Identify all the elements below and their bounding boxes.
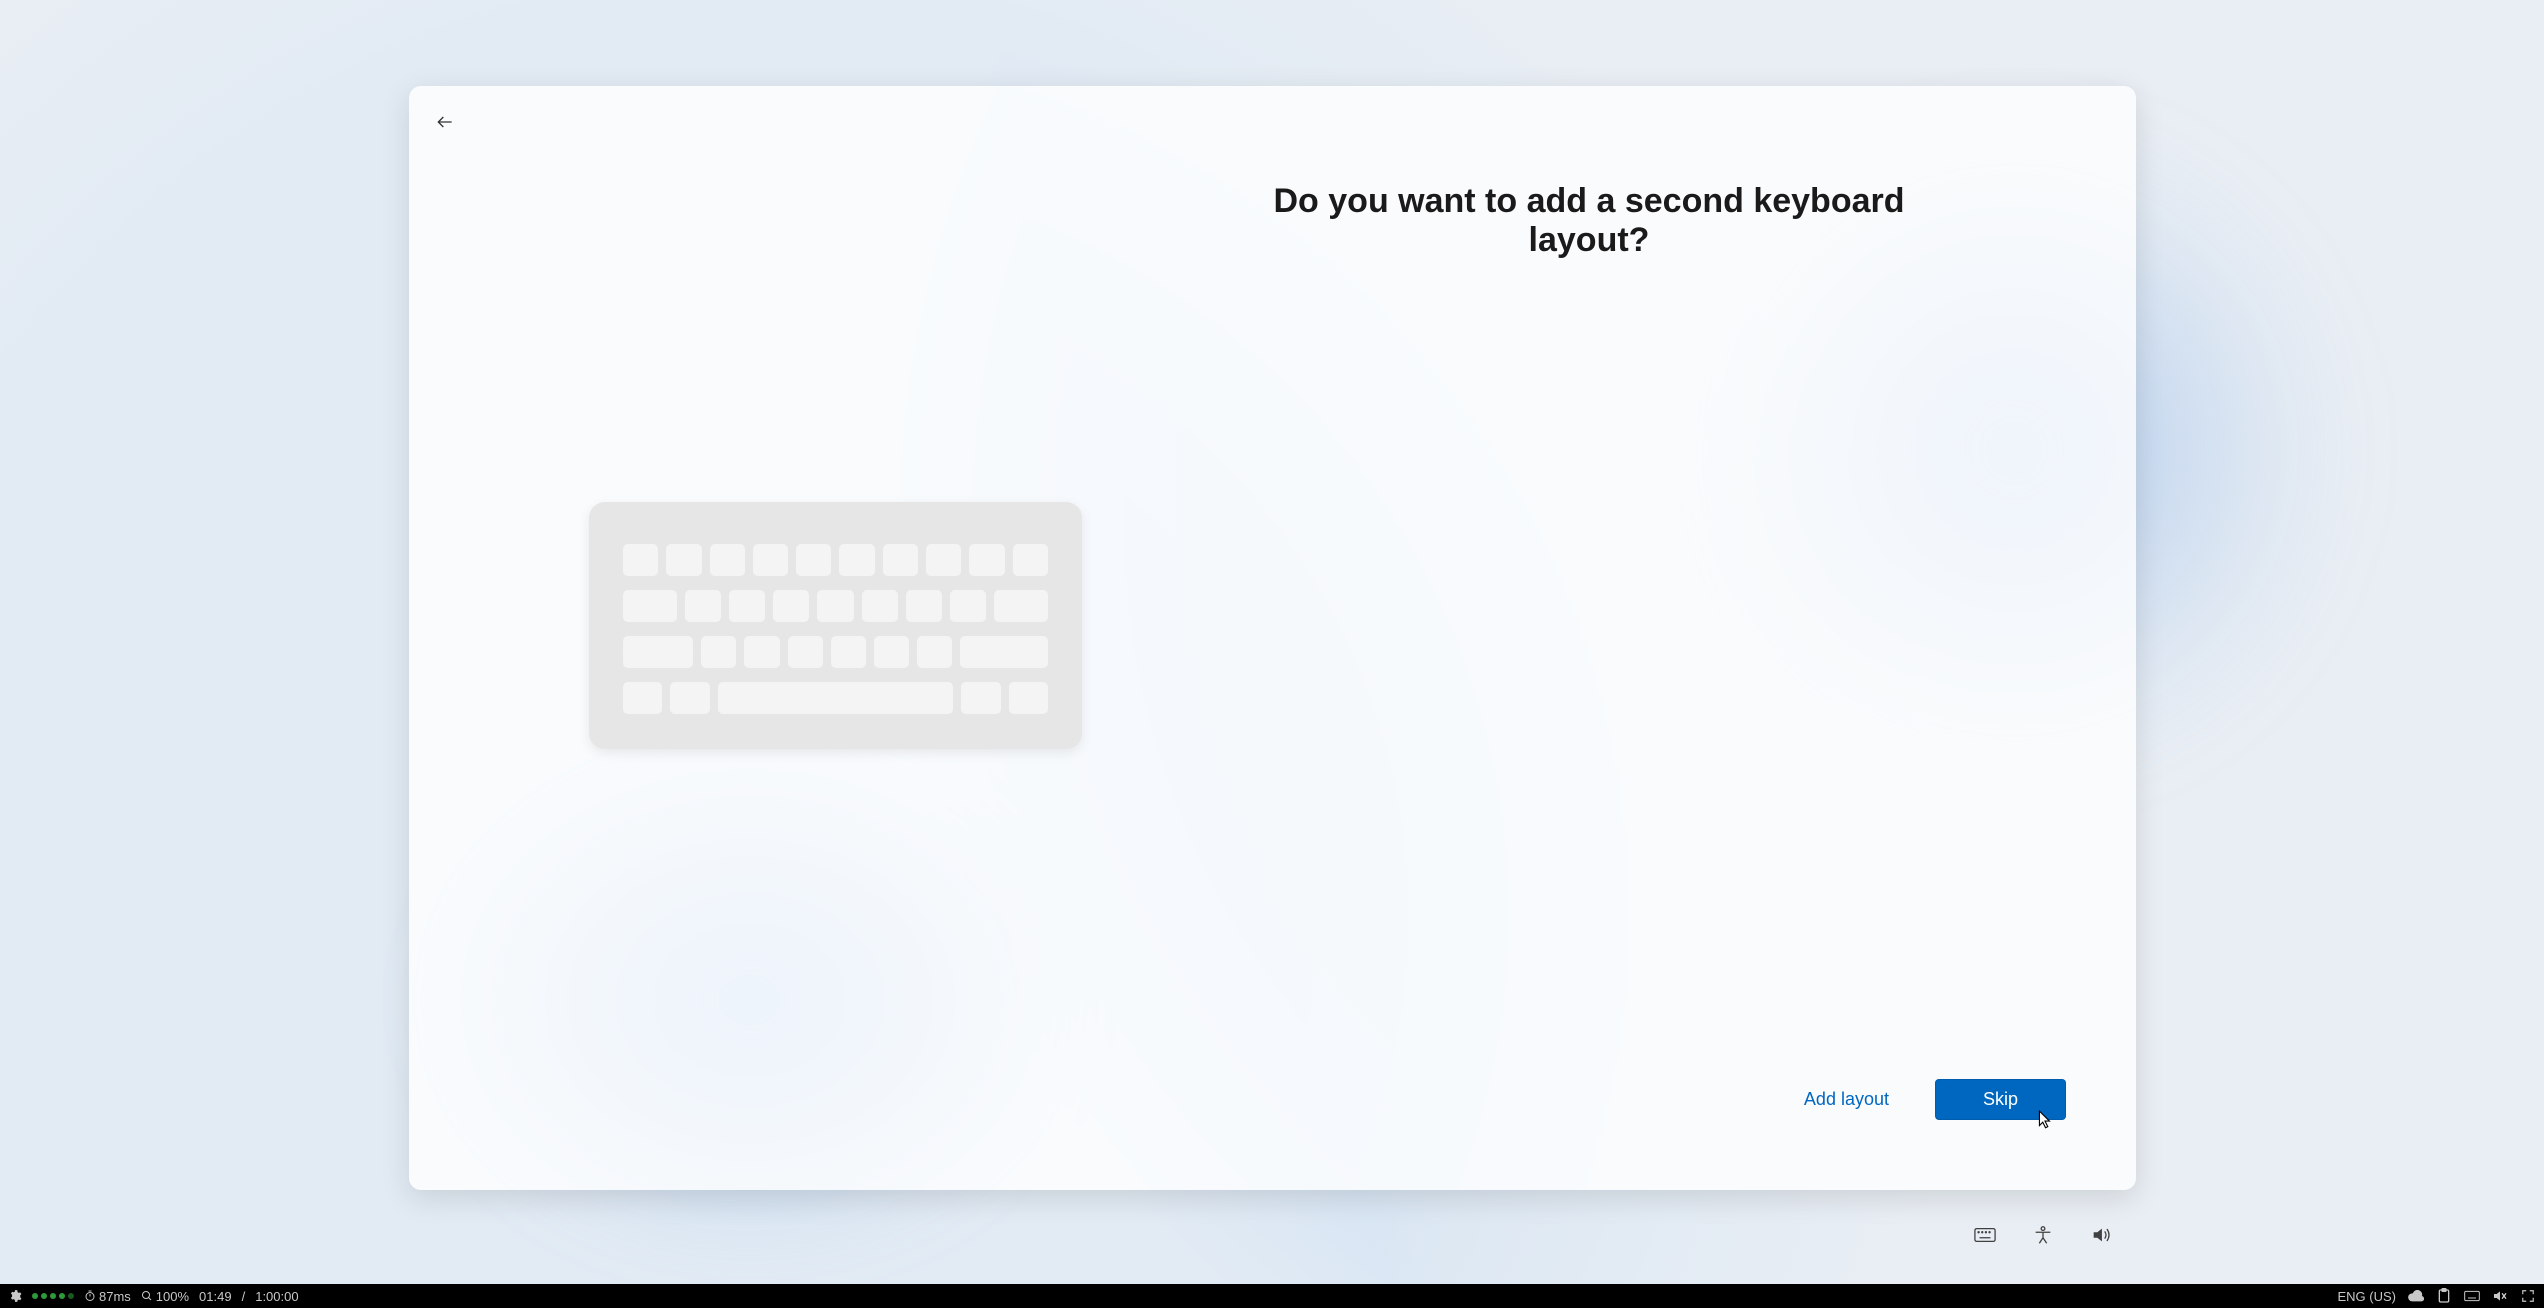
volume-icon — [2090, 1224, 2112, 1246]
keyboard-key — [796, 544, 831, 576]
accessibility-button[interactable] — [2030, 1222, 2056, 1248]
keyboard-key — [773, 590, 809, 622]
keyboard-row — [623, 636, 1048, 668]
keyboard-key — [817, 590, 853, 622]
back-button[interactable] — [427, 104, 463, 140]
keyboard-key — [1013, 544, 1048, 576]
status-left-group: 87ms 100% 01:49 / 1:00:00 — [8, 1289, 299, 1304]
keyboard-key — [670, 682, 709, 714]
keyboard-icon — [2464, 1290, 2480, 1302]
signal-dot-icon — [41, 1293, 47, 1299]
keyboard-key — [994, 590, 1048, 622]
keyboard-key — [831, 636, 866, 668]
elapsed-time: 01:49 — [199, 1289, 232, 1304]
clipboard-button[interactable] — [2436, 1288, 2452, 1304]
latency-value: 87ms — [99, 1289, 131, 1304]
signal-dot-icon — [59, 1293, 65, 1299]
keyboard-key — [744, 636, 779, 668]
keyboard-icon — [1974, 1227, 1996, 1243]
keyboard-spacebar — [718, 682, 954, 714]
keyboard-key — [917, 636, 952, 668]
keyboard-key — [753, 544, 788, 576]
keyboard-key — [685, 590, 721, 622]
clipboard-icon — [2437, 1288, 2451, 1304]
virtual-keyboard-button[interactable] — [1972, 1222, 1998, 1248]
cloud-button[interactable] — [2408, 1288, 2424, 1304]
keyboard-key — [710, 544, 745, 576]
fullscreen-button[interactable] — [2520, 1288, 2536, 1304]
magnifier-icon — [141, 1290, 153, 1302]
keyboard-key — [729, 590, 765, 622]
keyboard-key — [883, 544, 918, 576]
page-title: Do you want to add a second keyboard lay… — [1269, 182, 1909, 260]
keyboard-row — [623, 544, 1048, 576]
keyboard-key — [701, 636, 736, 668]
keyboard-key — [961, 682, 1000, 714]
language-indicator[interactable]: ENG (US) — [2338, 1289, 2397, 1304]
keyboard-key — [926, 544, 961, 576]
keyboard-key — [623, 682, 662, 714]
keyboard-key — [623, 544, 658, 576]
signal-dot-icon — [68, 1293, 74, 1299]
volume-button[interactable] — [2088, 1222, 2114, 1248]
keyboard-key — [906, 590, 942, 622]
status-right-group: ENG (US) — [2338, 1288, 2537, 1304]
arrow-left-icon — [435, 112, 455, 132]
latency-indicator: 87ms — [84, 1289, 131, 1304]
keyboard-key — [874, 636, 909, 668]
signal-dot-icon — [32, 1293, 38, 1299]
stopwatch-icon — [84, 1290, 96, 1302]
oobe-utility-row — [1972, 1222, 2114, 1248]
volume-mute-icon — [2492, 1288, 2508, 1304]
skip-button[interactable]: Skip — [1935, 1079, 2066, 1120]
keyboard-key — [839, 544, 874, 576]
dialog-actions: Add layout Skip — [1786, 1079, 2066, 1120]
zoom-indicator[interactable]: 100% — [141, 1289, 189, 1304]
keyboard-key — [623, 590, 677, 622]
keyboard-row — [623, 682, 1048, 714]
keyboard-key — [1009, 682, 1048, 714]
signal-dot-icon — [50, 1293, 56, 1299]
keyboard-tray-button[interactable] — [2464, 1288, 2480, 1304]
zoom-value: 100% — [156, 1289, 189, 1304]
keyboard-key — [788, 636, 823, 668]
keyboard-key — [666, 544, 701, 576]
gear-icon — [8, 1289, 22, 1303]
fullscreen-icon — [2521, 1289, 2535, 1303]
keyboard-key — [960, 636, 1048, 668]
keyboard-illustration — [589, 502, 1082, 749]
viewer-status-bar: 87ms 100% 01:49 / 1:00:00 ENG (US) — [0, 1284, 2544, 1308]
time-separator: / — [242, 1289, 246, 1304]
connection-dots — [32, 1293, 74, 1299]
oobe-window: Do you want to add a second keyboard lay… — [409, 86, 2136, 1190]
add-layout-button[interactable]: Add layout — [1786, 1079, 1907, 1120]
guest-screen-viewport: Do you want to add a second keyboard lay… — [0, 0, 2544, 1308]
settings-button[interactable] — [8, 1289, 22, 1303]
total-time: 1:00:00 — [255, 1289, 298, 1304]
keyboard-key — [969, 544, 1004, 576]
cloud-icon — [2408, 1290, 2424, 1302]
accessibility-icon — [2032, 1224, 2054, 1246]
keyboard-row — [623, 590, 1048, 622]
keyboard-key — [623, 636, 693, 668]
keyboard-key — [950, 590, 986, 622]
keyboard-key — [862, 590, 898, 622]
mute-button[interactable] — [2492, 1288, 2508, 1304]
